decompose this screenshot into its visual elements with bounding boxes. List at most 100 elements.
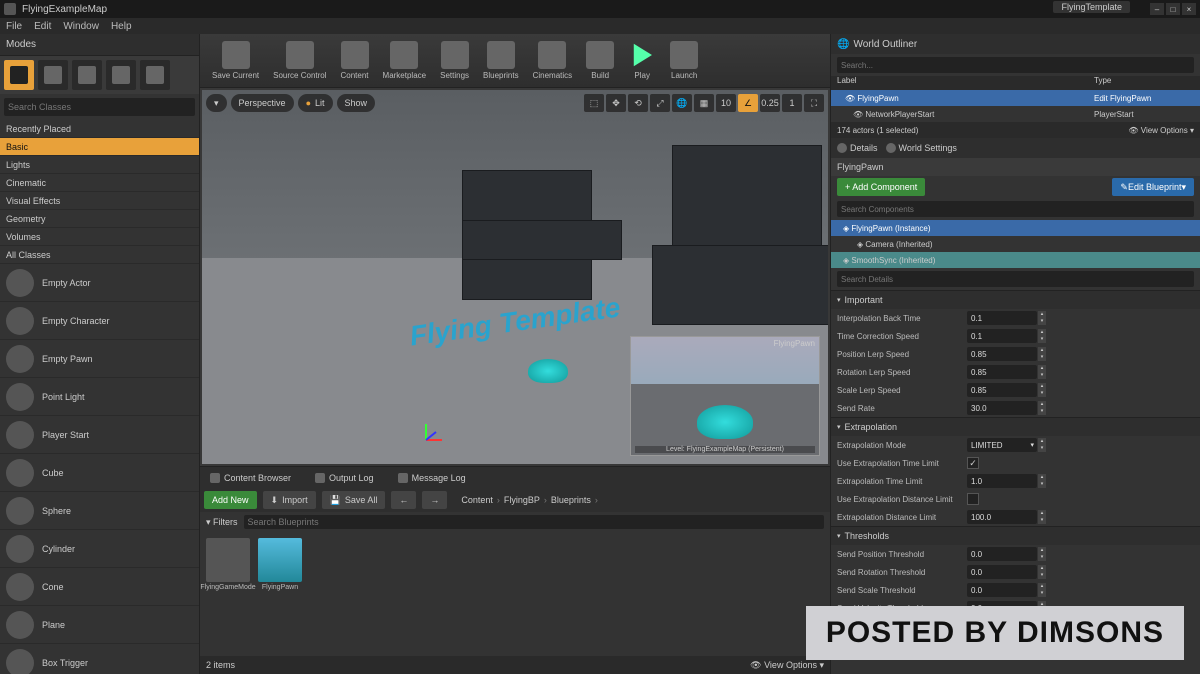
property-value-input[interactable]: 0.0	[967, 565, 1037, 579]
blueprints-button[interactable]: Blueprints	[477, 39, 525, 82]
category-geometry[interactable]: Geometry	[0, 210, 199, 228]
actor-cube[interactable]: Cube	[0, 454, 199, 492]
component-camera-inherited-[interactable]: ◈ Camera (Inherited)	[831, 236, 1200, 252]
play-button[interactable]: Play	[622, 39, 662, 82]
search-details-input[interactable]: Search Details	[837, 271, 1194, 287]
perspective-dropdown[interactable]: Perspective	[231, 94, 294, 112]
spinner[interactable]: ▴▾	[1038, 565, 1046, 579]
property-value-input[interactable]: 30.0	[967, 401, 1037, 415]
crumb-blueprints[interactable]: Blueprints	[551, 495, 591, 505]
checkbox[interactable]	[967, 493, 979, 505]
property-value-input[interactable]: 0.0	[967, 547, 1037, 561]
property-value-input[interactable]: LIMITED	[967, 438, 1037, 452]
actor-cone[interactable]: Cone	[0, 568, 199, 606]
spinner[interactable]: ▴▾	[1038, 329, 1046, 343]
spinner[interactable]: ▴▾	[1038, 383, 1046, 397]
content-button[interactable]: Content	[335, 39, 375, 82]
property-value-input[interactable]: 0.85	[967, 365, 1037, 379]
menu-file[interactable]: File	[6, 21, 22, 32]
category-recently-placed[interactable]: Recently Placed	[0, 120, 199, 138]
minimize-button[interactable]: –	[1150, 3, 1164, 15]
spinner[interactable]: ▴▾	[1038, 347, 1046, 361]
tab-details[interactable]: Details	[837, 143, 878, 153]
section-header-thresholds[interactable]: Thresholds	[831, 527, 1200, 545]
category-visual-effects[interactable]: Visual Effects	[0, 192, 199, 210]
component-flyingpawn-instance-[interactable]: ◈ FlyingPawn (Instance)	[831, 220, 1200, 236]
spinner[interactable]: ▴▾	[1038, 583, 1046, 597]
spinner[interactable]: ▴▾	[1038, 510, 1046, 524]
asset-flyinggamemode[interactable]: FlyingGameMode	[206, 538, 250, 591]
mode-foliage[interactable]	[106, 60, 136, 90]
lit-dropdown[interactable]: ●Lit	[298, 94, 333, 112]
edit-blueprint-button[interactable]: ✎ Edit Blueprint ▾	[1112, 178, 1194, 196]
menu-edit[interactable]: Edit	[34, 21, 51, 32]
mode-paint[interactable]	[38, 60, 68, 90]
component-smoothsync-inherited-[interactable]: ◈ SmoothSync (Inherited)	[831, 252, 1200, 268]
nav-back-button[interactable]: ←	[391, 491, 416, 509]
cinematics-button[interactable]: Cinematics	[527, 39, 579, 82]
launch-button[interactable]: Launch	[664, 39, 704, 82]
search-components-input[interactable]: Search Components	[837, 201, 1194, 217]
save-current-button[interactable]: Save Current	[206, 39, 265, 82]
coord-space-button[interactable]: 🌐	[672, 94, 692, 112]
spinner[interactable]: ▴▾	[1038, 547, 1046, 561]
transform-rotate-button[interactable]: ⟲	[628, 94, 648, 112]
actor-box-trigger[interactable]: Box Trigger	[0, 644, 199, 674]
filters-dropdown[interactable]: ▾ Filters	[206, 517, 238, 528]
viewport[interactable]: ▾ Perspective ●Lit Show ⬚ ✥ ⟲ ⤢ 🌐 ▦ 10 ∠…	[202, 90, 828, 464]
build-button[interactable]: Build	[580, 39, 620, 82]
property-value-input[interactable]: 0.85	[967, 383, 1037, 397]
property-value-input[interactable]: 1.0	[967, 474, 1037, 488]
source-control-button[interactable]: Source Control	[267, 39, 332, 82]
spinner[interactable]: ▴▾	[1038, 474, 1046, 488]
camera-speed-button[interactable]: 1	[782, 94, 802, 112]
spinner[interactable]: ▴▾	[1038, 438, 1046, 452]
add-new-button[interactable]: Add New	[204, 491, 257, 509]
actor-empty-pawn[interactable]: Empty Pawn	[0, 340, 199, 378]
tab-content-browser[interactable]: Content Browser	[204, 471, 297, 485]
snap-angle-value[interactable]: 10	[716, 94, 736, 112]
mode-place[interactable]	[4, 60, 34, 90]
tab-output-log[interactable]: Output Log	[309, 471, 380, 485]
marketplace-button[interactable]: Marketplace	[377, 39, 433, 82]
outliner-row-flyingpawn[interactable]: 👁 FlyingPawnEdit FlyingPawn	[831, 90, 1200, 106]
viewport-menu-button[interactable]: ▾	[206, 94, 227, 112]
snap-scale-value[interactable]: 0.25	[760, 94, 780, 112]
outliner-row-networkplayerstart[interactable]: 👁 NetworkPlayerStartPlayerStart	[831, 106, 1200, 122]
save-all-button[interactable]: 💾 Save All	[322, 491, 386, 509]
property-value-input[interactable]: 100.0	[967, 510, 1037, 524]
settings-button[interactable]: Settings	[434, 39, 475, 82]
asset-flyingpawn[interactable]: FlyingPawn	[258, 538, 302, 591]
property-value-input[interactable]: 0.0	[967, 583, 1037, 597]
transform-select-button[interactable]: ⬚	[584, 94, 604, 112]
actor-empty-character[interactable]: Empty Character	[0, 302, 199, 340]
category-lights[interactable]: Lights	[0, 156, 199, 174]
actor-point-light[interactable]: Point Light	[0, 378, 199, 416]
maximize-button[interactable]: □	[1166, 3, 1180, 15]
show-dropdown[interactable]: Show	[337, 94, 376, 112]
viewport-maximize-button[interactable]: ⛶	[804, 94, 824, 112]
actor-sphere[interactable]: Sphere	[0, 492, 199, 530]
property-value-input[interactable]: 0.1	[967, 329, 1037, 343]
transform-scale-button[interactable]: ⤢	[650, 94, 670, 112]
nav-forward-button[interactable]: →	[422, 491, 447, 509]
menu-window[interactable]: Window	[63, 21, 99, 32]
outliner-view-options[interactable]: 👁 View Options ▾	[1128, 126, 1194, 135]
spinner[interactable]: ▴▾	[1038, 401, 1046, 415]
snap-angle-toggle[interactable]: ∠	[738, 94, 758, 112]
viewport-3d-scene[interactable]: Flying Template FlyingPawn Level: Flying…	[202, 90, 828, 464]
actor-player-start[interactable]: Player Start	[0, 416, 199, 454]
import-button[interactable]: ⬇ Import	[263, 491, 316, 509]
add-component-button[interactable]: + Add Component	[837, 178, 925, 196]
view-options-button[interactable]: 👁 View Options ▾	[750, 660, 824, 671]
category-cinematic[interactable]: Cinematic	[0, 174, 199, 192]
crumb-content[interactable]: Content	[461, 495, 493, 505]
spinner[interactable]: ▴▾	[1038, 311, 1046, 325]
property-value-input[interactable]: 0.85	[967, 347, 1037, 361]
outliner-search-input[interactable]: Search...	[837, 57, 1194, 73]
menu-help[interactable]: Help	[111, 21, 132, 32]
selected-actor-name[interactable]: FlyingPawn	[831, 158, 1200, 176]
snap-grid-button[interactable]: ▦	[694, 94, 714, 112]
search-assets-input[interactable]: Search Blueprints	[244, 515, 824, 529]
spinner[interactable]: ▴▾	[1038, 365, 1046, 379]
